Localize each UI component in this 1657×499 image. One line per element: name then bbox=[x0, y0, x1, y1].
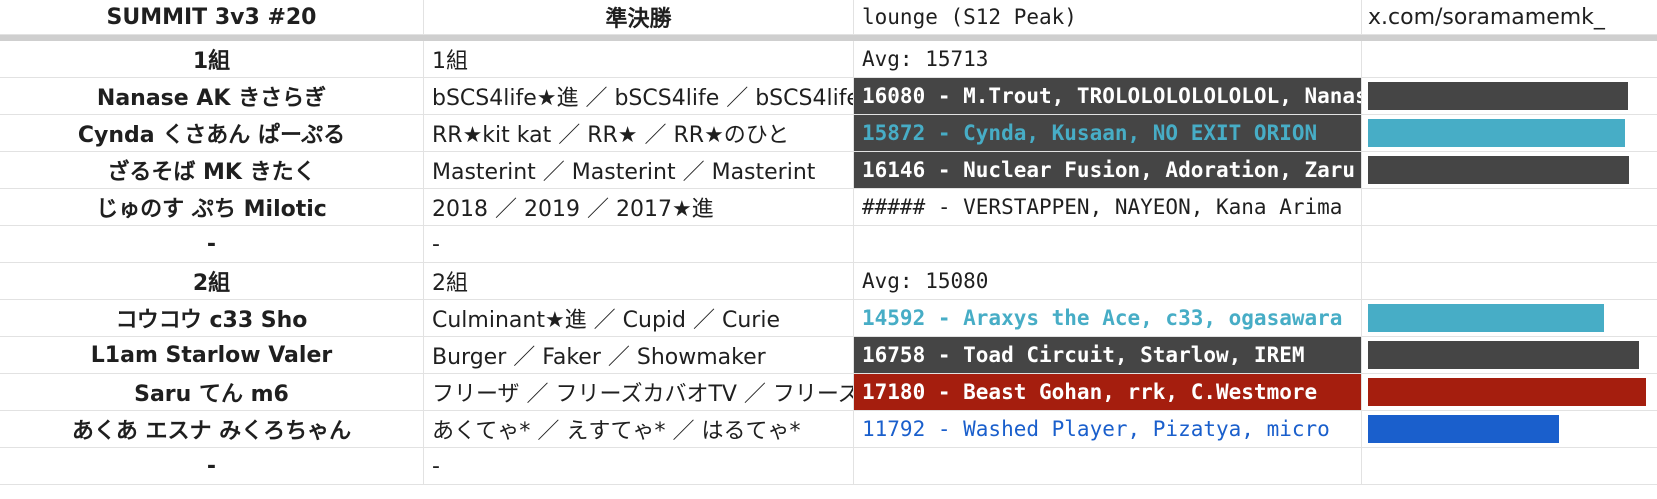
team-cell[interactable]: あくあ エスナ みくろちゃん bbox=[0, 411, 424, 447]
members-cell[interactable]: あくてゃ* ／ えすてゃ* ／ はるてゃ* bbox=[424, 411, 854, 447]
table-row: Saru てん m6 フリーザ ／ フリーズカバオTV ／ フリーズ 17180 -… bbox=[0, 374, 1657, 411]
rating-bar-cell[interactable] bbox=[1362, 41, 1657, 77]
rating-bar bbox=[1368, 119, 1625, 147]
table-row: 2組 2組 Avg: 15080 bbox=[0, 263, 1657, 300]
header-lounge[interactable]: lounge (S12 Peak) bbox=[854, 0, 1362, 34]
rating-bar bbox=[1368, 156, 1629, 184]
team-cell[interactable]: Cynda くさあん ぱーぷる bbox=[0, 115, 424, 151]
lounge-cell[interactable]: 16758 - Toad Circuit, Starlow, IREM bbox=[854, 337, 1362, 373]
rating-bar bbox=[1368, 82, 1628, 110]
rating-bar bbox=[1368, 341, 1639, 369]
members-cell[interactable]: Masterint ／ Masterint ／ Masterint bbox=[424, 152, 854, 188]
rating-bar-cell[interactable] bbox=[1362, 226, 1657, 262]
lounge-cell[interactable]: 16080 - M.Trout, TROLOLOLOLOLOLOL, Nanas… bbox=[854, 78, 1362, 114]
lounge-cell[interactable]: 14592 - Araxys the Ace, c33, ogasawara bbox=[854, 300, 1362, 336]
team-cell[interactable]: じゅのす ぷち Milotic bbox=[0, 189, 424, 225]
lounge-cell[interactable]: 11792 - Washed Player, Pizatya, micro bbox=[854, 411, 1362, 447]
header-event[interactable]: SUMMIT 3v3 #20 bbox=[0, 0, 424, 34]
members-cell[interactable]: RR★kit kat ／ RR★ ／ RR★のひと bbox=[424, 115, 854, 151]
lounge-cell[interactable] bbox=[854, 226, 1362, 262]
team-cell[interactable]: 1組 bbox=[0, 41, 424, 77]
team-cell[interactable]: ざるそば MK きたく bbox=[0, 152, 424, 188]
rating-bar-cell[interactable] bbox=[1362, 411, 1657, 447]
members-cell[interactable]: 2組 bbox=[424, 263, 854, 299]
team-cell[interactable]: 2組 bbox=[0, 263, 424, 299]
rating-bar-cell[interactable] bbox=[1362, 115, 1657, 151]
table-row: あくあ エスナ みくろちゃん あくてゃ* ／ えすてゃ* ／ はるてゃ* 11792… bbox=[0, 411, 1657, 448]
table-row: -- bbox=[0, 226, 1657, 263]
spreadsheet: SUMMIT 3v3 #20 準決勝 lounge (S12 Peak) x.c… bbox=[0, 0, 1657, 499]
team-cell[interactable]: Nanase AK きさらぎ bbox=[0, 78, 424, 114]
team-cell[interactable]: - bbox=[0, 448, 424, 484]
team-cell[interactable]: - bbox=[0, 226, 424, 262]
header-row: SUMMIT 3v3 #20 準決勝 lounge (S12 Peak) x.c… bbox=[0, 0, 1657, 35]
lounge-cell[interactable]: ##### - VERSTAPPEN, NAYEON, Kana Arima bbox=[854, 189, 1362, 225]
table-row: じゅのす ぷち Milotic 2018 ／ 2019 ／ 2017★進 #####… bbox=[0, 189, 1657, 226]
members-cell[interactable]: Culminant★進 ／ Cupid ／ Curie bbox=[424, 300, 854, 336]
team-cell[interactable]: L1am Starlow Valer bbox=[0, 337, 424, 373]
rating-bar-cell[interactable] bbox=[1362, 78, 1657, 114]
rating-bar-cell[interactable] bbox=[1362, 300, 1657, 336]
members-cell[interactable]: フリーザ ／ フリーズカバオTV ／ フリーズ bbox=[424, 374, 854, 410]
rating-bar-cell[interactable] bbox=[1362, 374, 1657, 410]
lounge-cell[interactable]: 15872 - Cynda, Kusaan, NO EXIT ORION bbox=[854, 115, 1362, 151]
lounge-cell[interactable]: Avg: 15080 bbox=[854, 263, 1362, 299]
members-cell[interactable]: - bbox=[424, 448, 854, 484]
rating-bar-cell[interactable] bbox=[1362, 189, 1657, 225]
header-credit[interactable]: x.com/soramamemk_ bbox=[1362, 0, 1657, 34]
table-row: -- bbox=[0, 448, 1657, 485]
header-round[interactable]: 準決勝 bbox=[424, 0, 854, 34]
members-cell[interactable]: 1組 bbox=[424, 41, 854, 77]
rating-bar-cell[interactable] bbox=[1362, 337, 1657, 373]
table-row: 1組 1組 Avg: 15713 bbox=[0, 41, 1657, 78]
rating-bar-cell[interactable] bbox=[1362, 263, 1657, 299]
team-cell[interactable]: コウコウ c33 Sho bbox=[0, 300, 424, 336]
table-row: L1am Starlow Valer Burger ／ Faker ／ Showm… bbox=[0, 337, 1657, 374]
lounge-cell[interactable] bbox=[854, 448, 1362, 484]
rating-bar bbox=[1368, 415, 1559, 443]
table-row: Cynda くさあん ぱーぷる RR★kit kat ／ RR★ ／ RR★のひと… bbox=[0, 115, 1657, 152]
team-cell[interactable]: Saru てん m6 bbox=[0, 374, 424, 410]
members-cell[interactable]: - bbox=[424, 226, 854, 262]
members-cell[interactable]: 2018 ／ 2019 ／ 2017★進 bbox=[424, 189, 854, 225]
lounge-cell[interactable]: 17180 - Beast Gohan, rrk, C.Westmore bbox=[854, 374, 1362, 410]
lounge-cell[interactable]: Avg: 15713 bbox=[854, 41, 1362, 77]
rating-bar-cell[interactable] bbox=[1362, 448, 1657, 484]
rating-bar bbox=[1368, 378, 1646, 406]
lounge-cell[interactable]: 16146 - Nuclear Fusion, Adoration, Zaru bbox=[854, 152, 1362, 188]
table-row: ざるそば MK きたく Masterint ／ Masterint ／ Maste… bbox=[0, 152, 1657, 189]
table-row: Nanase AK きさらぎ bSCS4life★進 ／ bSCS4life ／ … bbox=[0, 78, 1657, 115]
members-cell[interactable]: Burger ／ Faker ／ Showmaker bbox=[424, 337, 854, 373]
rating-bar bbox=[1368, 304, 1604, 332]
table-row: コウコウ c33 Sho Culminant★進 ／ Cupid ／ Curie 1… bbox=[0, 300, 1657, 337]
rating-bar-cell[interactable] bbox=[1362, 152, 1657, 188]
members-cell[interactable]: bSCS4life★進 ／ bSCS4life ／ bSCS4life bbox=[424, 78, 854, 114]
